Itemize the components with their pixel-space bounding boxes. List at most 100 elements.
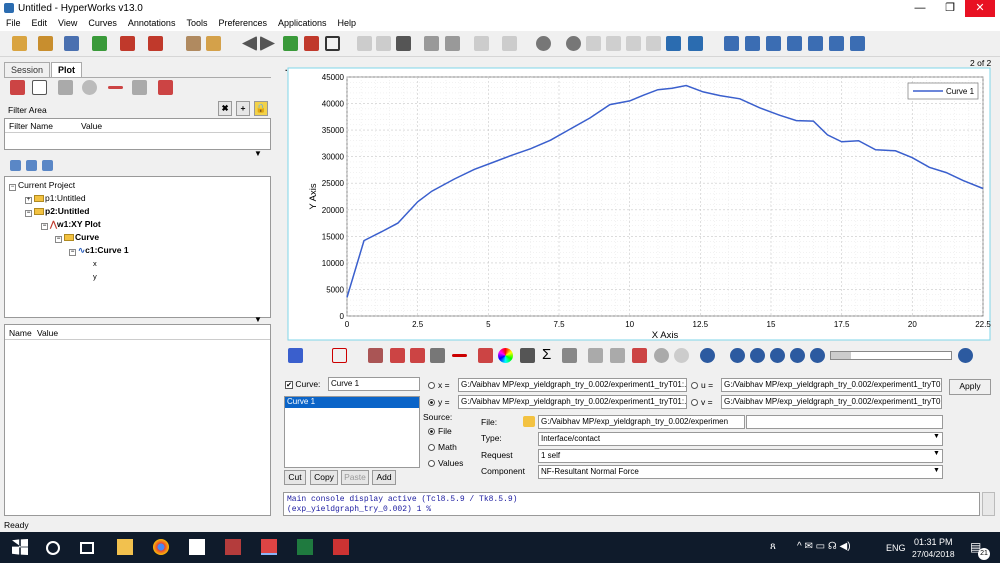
define-curve-icon[interactable]	[410, 348, 425, 363]
color-icon[interactable]	[498, 348, 513, 363]
tree-collapse-icon[interactable]: ▼	[254, 315, 262, 324]
tree-item-p1[interactable]: + p1:Untitled	[25, 193, 86, 204]
plot-window[interactable]: .... 2 of 2 02.557.51012.51517.52022.505…	[280, 58, 995, 343]
plot-type-icon[interactable]	[10, 80, 25, 95]
table-icon[interactable]	[132, 80, 147, 95]
search-icon[interactable]	[46, 541, 60, 555]
next-page-icon[interactable]	[260, 36, 275, 51]
open-folder-icon[interactable]	[523, 416, 535, 427]
cut-icon[interactable]	[424, 36, 439, 51]
task-view-icon[interactable]	[80, 542, 94, 554]
tab-session[interactable]: Session	[4, 62, 51, 77]
u-radio[interactable]: u =	[691, 380, 713, 390]
type-dropdown[interactable]: Interface/contact	[538, 432, 943, 446]
y-expression-input[interactable]: G:/Vaibhav MP/exp_yieldgraph_try_0.002/e…	[458, 395, 687, 409]
project-tree[interactable]: − Current Project + p1:Untitled − p2:Untitl…	[4, 176, 271, 318]
save-icon[interactable]	[64, 36, 79, 51]
play-icon[interactable]	[770, 348, 785, 363]
options-icon[interactable]	[206, 36, 221, 51]
people-icon[interactable]: ጸ	[770, 541, 776, 552]
new-session-icon[interactable]	[12, 36, 27, 51]
source-values-radio[interactable]: Values	[428, 458, 463, 468]
sum-icon[interactable]: Σ	[542, 346, 551, 363]
crosshair-icon[interactable]	[520, 348, 535, 363]
expand-icon[interactable]	[376, 36, 391, 51]
delete-page-icon[interactable]	[304, 36, 319, 51]
grid-icon[interactable]	[58, 80, 73, 95]
filter-table[interactable]: Filter Name Value	[4, 118, 271, 150]
user-icon[interactable]	[186, 36, 201, 51]
pan-icon[interactable]	[586, 36, 601, 51]
clock-time[interactable]: 01:31 PM	[914, 537, 953, 547]
notepad-icon[interactable]	[189, 539, 205, 555]
page-layout-icon[interactable]	[325, 36, 340, 51]
collapse-icon[interactable]: −	[41, 223, 48, 230]
copy-icon[interactable]	[445, 36, 460, 51]
zoom-icon[interactable]	[536, 36, 551, 51]
lock-filter-button[interactable]: 🔒	[254, 101, 268, 116]
chevron-down-icon[interactable]: ▼	[933, 467, 940, 474]
restore-button[interactable]: ❐	[935, 0, 965, 17]
tree-item-root[interactable]: − Current Project	[9, 180, 75, 191]
file-extra-dropdown[interactable]	[746, 415, 943, 429]
window-sync-icon[interactable]	[396, 36, 411, 51]
paste-button[interactable]: Paste	[341, 470, 369, 485]
overlay-icon[interactable]	[502, 36, 517, 51]
collapse-icon[interactable]: −	[69, 249, 76, 256]
close-button[interactable]: ✕	[965, 0, 995, 17]
settings-icon[interactable]	[674, 348, 689, 363]
collapse-icon[interactable]: −	[55, 236, 62, 243]
grid-icon[interactable]	[588, 348, 603, 363]
menu-annotations[interactable]: Annotations	[122, 17, 181, 28]
layout-icon[interactable]	[357, 36, 372, 51]
animation-slider[interactable]	[830, 351, 952, 360]
tree-item-c1[interactable]: − ∿c1:Curve 1	[69, 245, 129, 256]
xy-chart[interactable]: 0 2.5 5 7.5 10 12.5 15 17.5 20 22.5 0 5000 10000 1500…	[280, 58, 995, 343]
x-expression-input[interactable]: G:/Vaibhav MP/exp_yieldgraph_try_0.002/e…	[458, 378, 687, 392]
open-icon[interactable]	[38, 36, 53, 51]
excel-icon[interactable]	[297, 539, 313, 555]
curve-attributes-icon[interactable]	[368, 348, 383, 363]
peak-icon[interactable]	[478, 348, 493, 363]
paste-icon[interactable]	[474, 36, 489, 51]
menu-preferences[interactable]: Preferences	[212, 17, 272, 28]
edit-curve-icon[interactable]	[430, 348, 445, 363]
menu-file[interactable]: File	[0, 17, 26, 28]
clock-date[interactable]: 27/04/2018	[912, 549, 955, 559]
filter-collapse-icon[interactable]: ▼	[254, 149, 262, 158]
menu-applications[interactable]: Applications	[272, 17, 332, 28]
hyperworks-icon[interactable]	[225, 539, 241, 555]
window-2-icon[interactable]	[745, 36, 760, 51]
properties-table[interactable]: Name Value	[4, 324, 271, 516]
export-icon[interactable]	[120, 36, 135, 51]
note-icon[interactable]	[82, 80, 97, 95]
component-dropdown[interactable]: NF-Resultant Normal Force	[538, 465, 943, 479]
menu-view[interactable]: View	[52, 17, 82, 28]
plot-type-icon[interactable]	[288, 348, 303, 363]
chevron-down-icon[interactable]: ▼	[933, 433, 940, 440]
console-scrollbar[interactable]	[982, 492, 995, 516]
curve-checkbox[interactable]: ✔ Curve:	[285, 379, 320, 389]
build-plots-icon[interactable]	[332, 348, 347, 363]
note-icon[interactable]	[654, 348, 669, 363]
tray-icons[interactable]: ^ ✉ ▭ ☊ ◀)	[797, 541, 851, 552]
cut-button[interactable]: Cut	[284, 470, 306, 485]
menu-edit[interactable]: Edit	[26, 17, 53, 28]
publish-icon[interactable]	[148, 36, 163, 51]
tree-item-curve-folder[interactable]: − Curve	[55, 232, 99, 243]
request-dropdown[interactable]: 1 self	[538, 449, 943, 463]
tree-item-w1[interactable]: − ⋀w1:XY Plot	[41, 219, 101, 230]
tree-options-icon[interactable]	[42, 160, 53, 171]
expand-icon[interactable]: +	[25, 197, 32, 204]
source-file-radio[interactable]: File	[428, 426, 452, 436]
rewind-icon[interactable]	[750, 348, 765, 363]
animation-settings-icon[interactable]	[958, 348, 973, 363]
collapse-icon[interactable]: −	[9, 184, 16, 191]
source-math-radio[interactable]: Math	[428, 442, 457, 452]
curve-list[interactable]: Curve 1	[284, 396, 420, 468]
view-icon[interactable]	[666, 36, 681, 51]
add-filter-button[interactable]: +	[236, 101, 250, 116]
previous-page-icon[interactable]	[242, 36, 257, 51]
apply-button[interactable]: Apply	[949, 379, 991, 395]
language-indicator[interactable]: ENG	[886, 543, 906, 553]
